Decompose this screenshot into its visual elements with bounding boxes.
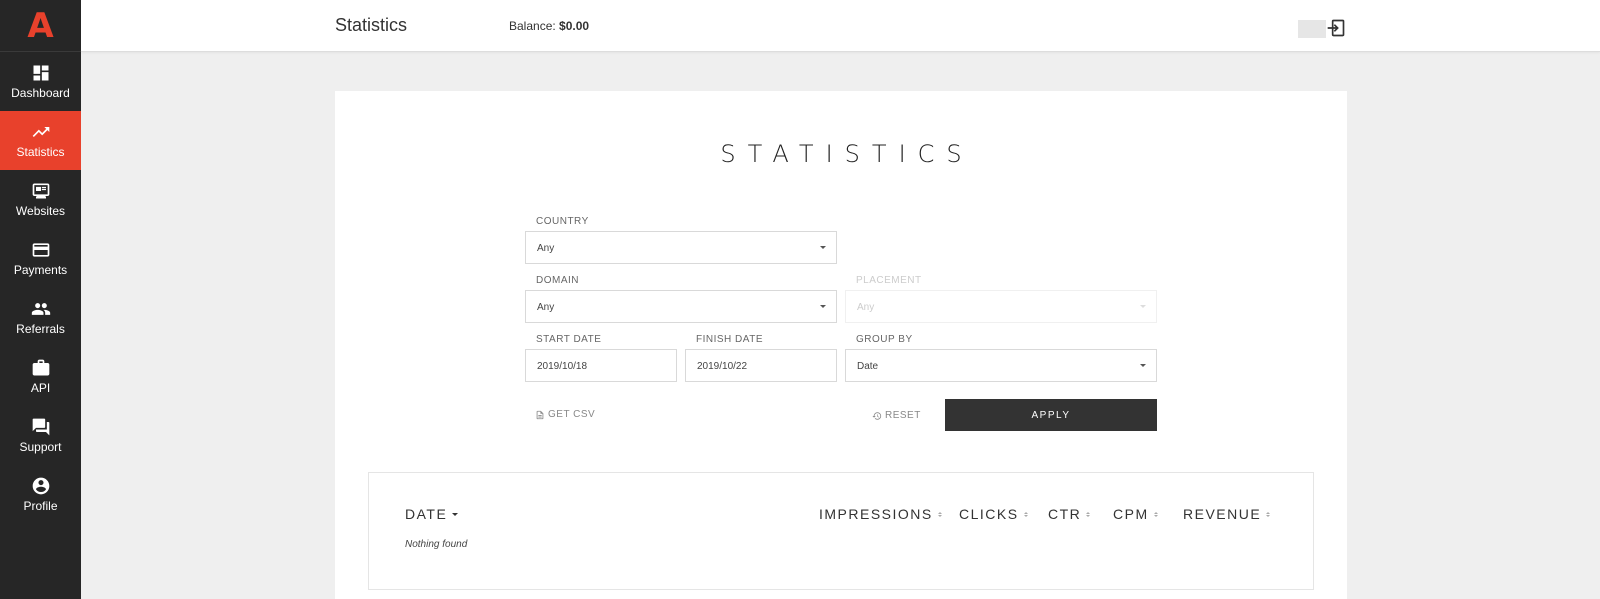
reset-button[interactable]: RESET	[872, 410, 921, 421]
sidebar-item-dashboard[interactable]: Dashboard	[0, 52, 81, 111]
finish-date-label: FINISH DATE	[696, 334, 763, 345]
sidebar: A Dashboard Statistics Websites Payments…	[0, 0, 81, 599]
domain-label: DOMAIN	[536, 275, 579, 286]
column-header-label: CPM	[1113, 506, 1149, 522]
group-by-value: Date	[857, 361, 879, 372]
sidebar-item-label: Referrals	[16, 322, 65, 336]
domain-select[interactable]: Any	[525, 290, 837, 323]
sidebar-item-label: Profile	[23, 499, 58, 513]
sidebar-item-label: Dashboard	[11, 86, 70, 100]
file-icon	[536, 410, 544, 419]
sort-desc-icon	[452, 512, 459, 516]
logout-icon[interactable]	[1326, 18, 1346, 38]
placement-label: PLACEMENT	[856, 275, 922, 286]
country-label: COUNTRY	[536, 216, 589, 227]
sidebar-item-label: Payments	[13, 263, 68, 277]
sidebar-item-statistics[interactable]: Statistics	[0, 111, 81, 170]
chevron-down-icon	[1140, 364, 1146, 367]
domain-value: Any	[537, 302, 555, 313]
get-csv-label: GET CSV	[548, 409, 596, 420]
balance: Balance: $0.00	[509, 19, 589, 33]
reset-icon	[872, 411, 882, 420]
column-header-label: CTR	[1048, 506, 1082, 522]
page-heading: Statistics	[335, 15, 408, 35]
column-header-cpm[interactable]: CPM	[1113, 506, 1158, 522]
chevron-down-icon	[820, 246, 826, 249]
sidebar-item-referrals[interactable]: Referrals	[0, 288, 81, 347]
sidebar-item-support[interactable]: Support	[0, 406, 81, 465]
column-header-label: CLICKS	[959, 506, 1019, 522]
chevron-down-icon	[820, 305, 826, 308]
column-header-date[interactable]: DATE	[405, 506, 459, 522]
chat-icon	[30, 417, 52, 437]
placement-value: Any	[857, 302, 875, 313]
start-date-label: START DATE	[536, 334, 602, 345]
sort-icon	[1153, 511, 1158, 517]
apply-button[interactable]: APPLY	[945, 399, 1157, 431]
placement-select: Any	[845, 290, 1157, 323]
sidebar-item-label: API	[30, 381, 51, 395]
sidebar-item-label: Statistics	[16, 145, 65, 159]
sort-icon	[1086, 511, 1091, 517]
sidebar-item-label: Support	[19, 440, 62, 454]
sort-icon	[1266, 511, 1271, 517]
dashboard-icon	[30, 63, 52, 83]
sidebar-item-label: Websites	[15, 204, 66, 218]
column-header-label: REVENUE	[1183, 506, 1262, 522]
website-icon	[30, 181, 52, 201]
credit-card-icon	[30, 240, 52, 260]
start-date-input[interactable]: 2019/10/18	[525, 349, 677, 382]
column-header-label: IMPRESSIONS	[819, 506, 933, 522]
column-header-clicks[interactable]: CLICKS	[959, 506, 1028, 522]
sidebar-item-api[interactable]: API	[0, 347, 81, 406]
reset-label: RESET	[885, 410, 921, 421]
briefcase-icon	[30, 358, 52, 378]
logo-letter: A	[27, 5, 54, 46]
column-header-revenue[interactable]: REVENUE	[1183, 506, 1271, 522]
country-select[interactable]: Any	[525, 231, 837, 264]
finish-date-input[interactable]: 2019/10/22	[685, 349, 837, 382]
logo[interactable]: A	[0, 0, 81, 52]
page-title: STATISTICS	[720, 140, 974, 168]
group-by-label: GROUP BY	[856, 334, 913, 345]
chevron-down-icon	[1140, 305, 1146, 308]
balance-label: Balance:	[509, 19, 556, 33]
sidebar-item-payments[interactable]: Payments	[0, 229, 81, 288]
sort-icon	[1023, 511, 1028, 517]
get-csv-button[interactable]: GET CSV	[535, 409, 595, 420]
people-icon	[30, 299, 52, 319]
user-placeholder	[1298, 20, 1326, 38]
column-header-label: DATE	[405, 506, 448, 522]
start-date-value: 2019/10/18	[537, 361, 588, 372]
sort-icon	[937, 511, 942, 517]
trending-up-icon	[30, 122, 52, 142]
country-value: Any	[537, 243, 555, 254]
sidebar-item-websites[interactable]: Websites	[0, 170, 81, 229]
empty-message: Nothing found	[405, 539, 468, 550]
account-icon	[30, 476, 52, 496]
top-bar: Statistics Balance: $0.00	[81, 0, 1600, 52]
results-table: DATE IMPRESSIONS CLICKS CTR CPM REVENUE …	[368, 472, 1314, 590]
finish-date-value: 2019/10/22	[697, 361, 748, 372]
group-by-select[interactable]: Date	[845, 349, 1157, 382]
balance-value: $0.00	[559, 19, 590, 33]
statistics-card: STATISTICS COUNTRY Any DOMAIN Any PLACEM…	[335, 91, 1347, 599]
sidebar-item-profile[interactable]: Profile	[0, 465, 81, 524]
column-header-ctr[interactable]: CTR	[1048, 506, 1091, 522]
column-header-impressions[interactable]: IMPRESSIONS	[819, 506, 942, 522]
